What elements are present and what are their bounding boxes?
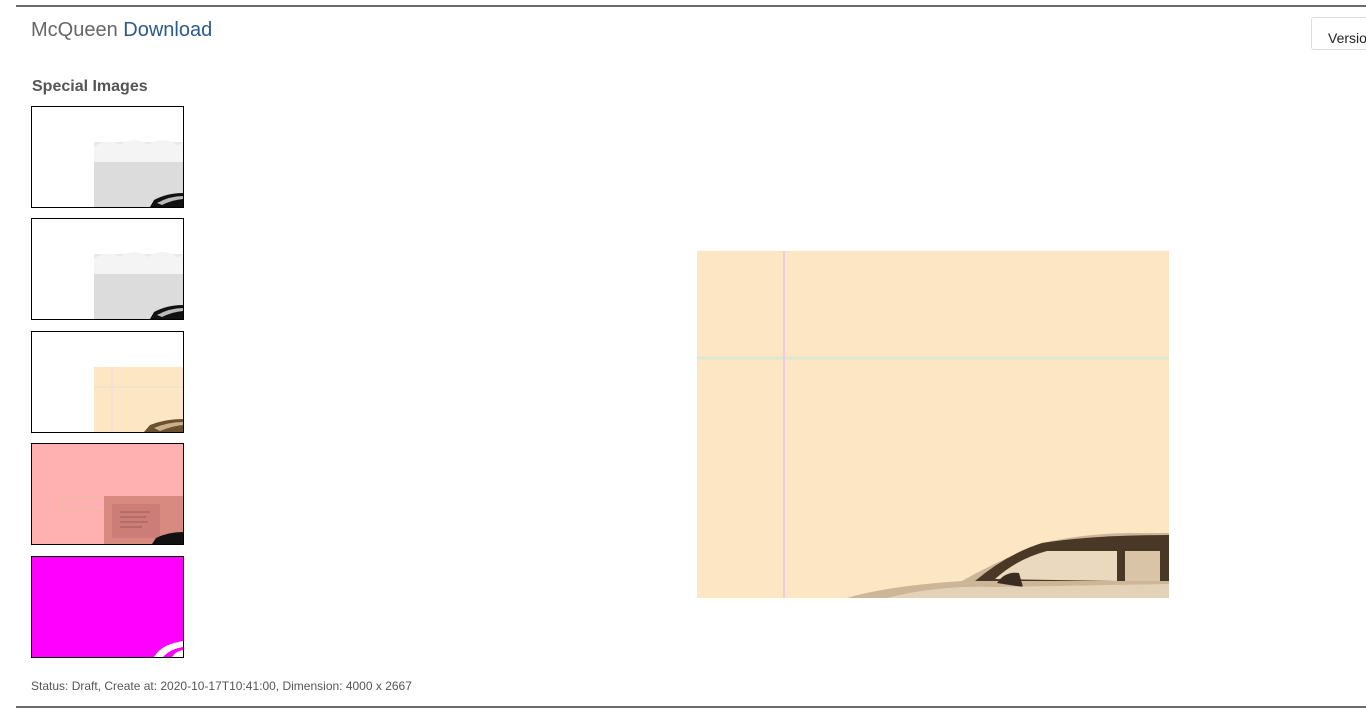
page-title: McQueen Download xyxy=(31,19,212,42)
title-prefix: McQueen xyxy=(31,19,118,41)
bottom-divider xyxy=(16,706,1366,708)
thumbnail-1[interactable] xyxy=(31,106,184,208)
version-button[interactable]: Version xyxy=(1311,17,1366,50)
main-preview-image xyxy=(697,251,1169,598)
section-title: Special Images xyxy=(32,78,148,95)
thumbnail-4[interactable] xyxy=(31,443,184,545)
thumbnail-3[interactable] xyxy=(31,331,184,433)
download-link[interactable]: Download xyxy=(123,19,212,41)
top-divider xyxy=(16,5,1366,7)
status-text: Status: Draft, Create at: 2020-10-17T10:… xyxy=(31,679,412,693)
thumbnail-5[interactable] xyxy=(31,556,184,658)
thumbnail-2[interactable] xyxy=(31,218,184,320)
page: McQueen Download Version Special Images xyxy=(0,0,1366,721)
